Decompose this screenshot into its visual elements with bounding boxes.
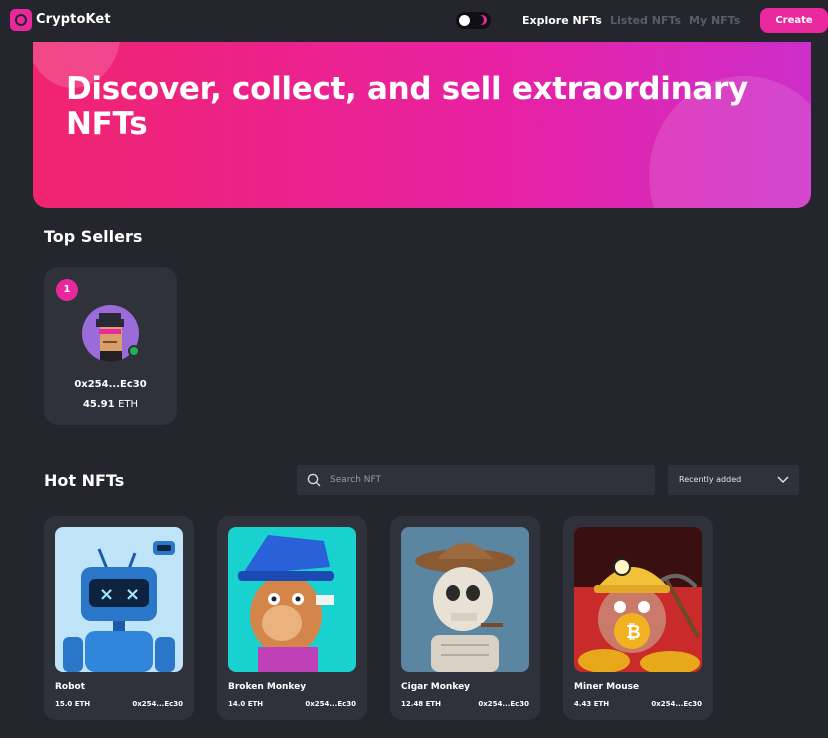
moon-icon (477, 15, 487, 25)
nft-name: Miner Mouse (574, 682, 640, 692)
nft-owner: 0x254...Ec30 (132, 700, 183, 708)
hero-title: Discover, collect, and sell extraordinar… (66, 71, 748, 142)
nft-owner: 0x254...Ec30 (651, 700, 702, 708)
svg-text:₿: ₿ (626, 622, 641, 643)
nft-owner: 0x254...Ec30 (478, 700, 529, 708)
create-button[interactable]: Create (760, 8, 828, 33)
nft-card[interactable]: Broken Monkey 14.0 ETH 0x254...Ec30 (217, 516, 367, 720)
seller-amount: 45.91 ETH (44, 399, 177, 410)
search-input[interactable] (330, 465, 640, 495)
top-sellers-title: Top Sellers (44, 227, 143, 246)
toggle-knob (459, 15, 470, 26)
nft-owner: 0x254...Ec30 (305, 700, 356, 708)
nft-price: 12.48 ETH (401, 700, 441, 708)
nav-explore-nfts[interactable]: Explore NFTs (522, 14, 602, 27)
nft-card[interactable]: Cigar Monkey 12.48 ETH 0x254...Ec30 (390, 516, 540, 720)
nft-image-robot: × × (55, 527, 183, 672)
logo-text[interactable]: CryptoKet (36, 12, 111, 27)
hero-banner: Discover, collect, and sell extraordinar… (33, 42, 811, 208)
nft-card[interactable]: ₿ Miner Mouse 4.43 ETH 0x254...Ec30 (563, 516, 713, 720)
svg-text:×: × (99, 584, 114, 605)
rank-badge: 1 (56, 279, 78, 301)
nav-listed-nfts[interactable]: Listed NFTs (610, 14, 681, 27)
seller-amount-unit: ETH (118, 399, 139, 410)
nav-my-nfts[interactable]: My NFTs (689, 14, 740, 27)
seller-address: 0x254...Ec30 (74, 379, 147, 390)
svg-text:×: × (125, 584, 140, 605)
nft-image-cigar-monkey (401, 527, 529, 672)
sort-select[interactable]: Recently added (668, 465, 799, 495)
nft-image-broken-monkey (228, 527, 356, 672)
chevron-down-icon (777, 476, 789, 483)
search-icon (307, 473, 321, 487)
nft-card[interactable]: × × Robot 15.0 ETH 0x254...Ec30 (44, 516, 194, 720)
sort-select-value: Recently added (679, 475, 742, 484)
nft-price: 4.43 ETH (574, 700, 610, 708)
theme-toggle[interactable] (456, 12, 491, 29)
nft-image-miner-mouse: ₿ (574, 527, 702, 672)
verified-icon (128, 345, 140, 357)
nft-name: Broken Monkey (228, 682, 307, 692)
nft-name: Robot (55, 682, 86, 692)
search-box[interactable] (297, 465, 655, 495)
nft-price: 14.0 ETH (228, 700, 264, 708)
nft-price: 15.0 ETH (55, 700, 91, 708)
navbar: CryptoKet Explore NFTs Listed NFTs My NF… (0, 0, 828, 42)
seller-card[interactable]: 1 0x254...Ec30 45.91 ETH (44, 267, 177, 425)
hot-nfts-title: Hot NFTs (44, 471, 125, 490)
logo-icon[interactable] (10, 9, 32, 31)
seller-amount-value: 45.91 (82, 399, 115, 410)
nft-name: Cigar Monkey (401, 682, 471, 692)
